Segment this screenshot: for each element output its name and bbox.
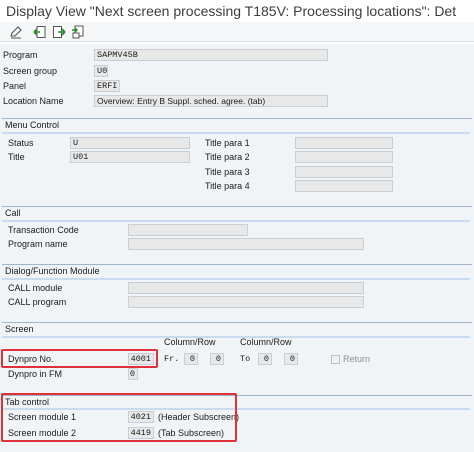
from-label: Fr. bbox=[164, 354, 180, 364]
call-program-field[interactable] bbox=[128, 296, 364, 308]
program-name-label: Program name bbox=[8, 239, 68, 249]
detail-panel: Program SAPMV45B Screen group U0 Panel E… bbox=[0, 44, 474, 452]
transaction-code-label: Transaction Code bbox=[8, 225, 79, 235]
dynpro-in-fm-label: Dynpro in FM bbox=[8, 369, 63, 379]
menu-control-divider bbox=[2, 132, 470, 134]
tab-control-highlight-box bbox=[1, 393, 237, 442]
title-para-1-field[interactable] bbox=[295, 137, 393, 149]
screen-group-label: Screen group bbox=[3, 66, 58, 76]
title-para-3-label: Title para 3 bbox=[205, 167, 250, 177]
dialog-module-divider bbox=[2, 278, 470, 280]
call-module-label: CALL module bbox=[8, 283, 63, 293]
dynpro-highlight-box bbox=[1, 349, 158, 368]
to-column-field[interactable]: 0 bbox=[258, 353, 272, 365]
title-label: Title bbox=[8, 152, 25, 162]
from-row-field[interactable]: 0 bbox=[210, 353, 224, 365]
transaction-code-field[interactable] bbox=[128, 224, 248, 236]
screen-title: Screen bbox=[5, 324, 34, 334]
location-name-label: Location Name bbox=[3, 96, 64, 106]
window-title: Display View "Next screen processing T18… bbox=[6, 3, 457, 19]
title-para-4-label: Title para 4 bbox=[205, 181, 250, 191]
program-label: Program bbox=[3, 50, 38, 60]
title-para-3-field[interactable] bbox=[295, 166, 393, 178]
screen-divider bbox=[2, 336, 470, 338]
panel-field[interactable]: ERFI bbox=[94, 80, 120, 92]
title-para-4-field[interactable] bbox=[295, 180, 393, 192]
return-label: Return bbox=[343, 354, 371, 364]
title-para-2-field[interactable] bbox=[295, 151, 393, 163]
dynpro-in-fm-field[interactable]: 0 bbox=[128, 368, 138, 380]
menu-control-section: Menu Control bbox=[2, 118, 472, 130]
title-field[interactable]: U01 bbox=[70, 151, 190, 163]
to-row-field[interactable]: 0 bbox=[284, 353, 298, 365]
program-field[interactable]: SAPMV45B bbox=[94, 49, 328, 61]
status-label: Status bbox=[8, 138, 34, 148]
location-name-field[interactable]: Overview: Entry B Suppl. sched. agree. (… bbox=[94, 95, 328, 107]
from-column-field[interactable]: 0 bbox=[184, 353, 198, 365]
panel-label: Panel bbox=[3, 81, 27, 91]
back-arrow-icon[interactable] bbox=[32, 24, 48, 40]
call-program-label: CALL program bbox=[8, 297, 67, 307]
column-row-label-2: Column/Row bbox=[240, 337, 292, 347]
title-para-2-label: Title para 2 bbox=[205, 152, 250, 162]
window-title-bar: Display View "Next screen processing T18… bbox=[0, 0, 474, 22]
return-checkbox[interactable] bbox=[331, 355, 340, 364]
column-row-label-1: Column/Row bbox=[164, 337, 216, 347]
call-module-field[interactable] bbox=[128, 282, 364, 294]
screen-group-field[interactable]: U0 bbox=[94, 65, 108, 77]
dialog-module-section: Dialog/Function Module bbox=[2, 264, 472, 276]
call-title: Call bbox=[5, 208, 21, 218]
menu-control-title: Menu Control bbox=[5, 120, 60, 130]
copy-icon[interactable] bbox=[70, 24, 86, 40]
edit-pencil-icon[interactable] bbox=[8, 24, 24, 40]
status-field[interactable]: U bbox=[70, 137, 190, 149]
call-section: Call bbox=[2, 206, 472, 218]
toolbar bbox=[0, 22, 474, 42]
to-label: To bbox=[240, 354, 251, 364]
export-icon[interactable] bbox=[51, 24, 67, 40]
screen-section: Screen bbox=[2, 322, 472, 334]
title-para-1-label: Title para 1 bbox=[205, 138, 250, 148]
program-name-field[interactable] bbox=[128, 238, 364, 250]
call-divider bbox=[2, 220, 470, 222]
dialog-module-title: Dialog/Function Module bbox=[5, 266, 100, 276]
